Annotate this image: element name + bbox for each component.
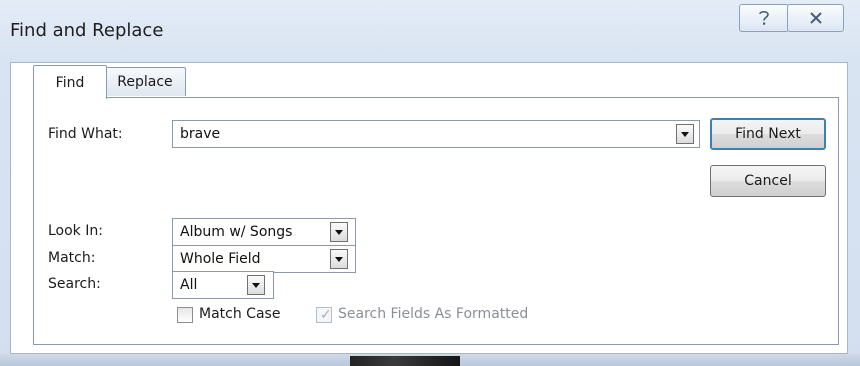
search-label: Search: [48,276,101,292]
search-select[interactable]: All [172,271,274,299]
close-button[interactable] [787,4,844,32]
find-what-dropdown-button[interactable] [676,124,694,144]
match-value: Whole Field [180,251,261,267]
match-select[interactable]: Whole Field [172,245,356,273]
look-in-dropdown-button[interactable] [330,222,348,242]
search-fields-as-formatted-label: Search Fields As Formatted [338,306,529,322]
cancel-button[interactable]: Cancel [710,165,826,197]
match-case-checkbox[interactable] [177,307,193,323]
look-in-value: Album w/ Songs [180,224,293,240]
find-what-value: brave [180,126,221,142]
find-what-input[interactable]: brave [172,120,700,148]
background-graphic [350,356,460,366]
tab-label: Find [55,74,85,91]
search-dropdown-button[interactable] [247,275,265,295]
close-icon [809,11,823,25]
dialog-client-area: Find Replace Find What: brave Look In: A… [10,62,848,354]
find-next-button[interactable]: Find Next [710,118,826,150]
find-what-label: Find What: [48,126,123,142]
chevron-down-icon [335,229,343,235]
cancel-label: Cancel [744,173,792,189]
search-fields-as-formatted-checkbox[interactable]: ✓ [316,307,332,323]
find-tab-panel: Find What: brave Look In: Album w/ Songs… [33,97,839,345]
tab-label: Replace [117,74,173,90]
match-case-label[interactable]: Match Case [199,306,280,322]
search-value: All [180,277,198,293]
chevron-down-icon [252,282,260,288]
checkmark-icon: ✓ [320,307,332,323]
tab-find[interactable]: Find [33,65,107,99]
question-icon [757,9,771,27]
match-label: Match: [48,250,96,266]
find-next-label: Find Next [735,126,801,142]
find-replace-dialog: Find and Replace Find Replace Find What:… [0,0,860,366]
help-button[interactable] [739,4,789,32]
match-dropdown-button[interactable] [330,249,348,269]
look-in-select[interactable]: Album w/ Songs [172,218,356,246]
chevron-down-icon [681,131,689,137]
look-in-label: Look In: [48,223,103,239]
title-bar[interactable]: Find and Replace [0,0,860,60]
dialog-title: Find and Replace [10,20,164,41]
tab-replace[interactable]: Replace [104,67,186,96]
chevron-down-icon [335,256,343,262]
